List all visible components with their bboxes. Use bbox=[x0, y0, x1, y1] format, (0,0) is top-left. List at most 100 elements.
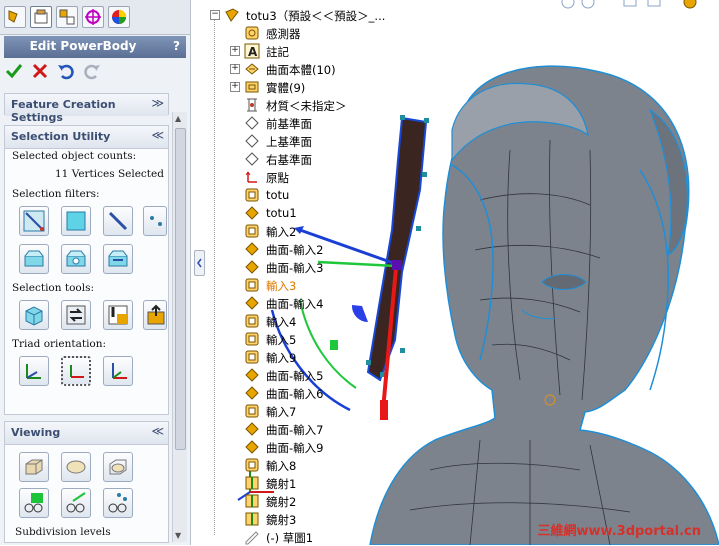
tree-item[interactable]: 輸入9 bbox=[230, 348, 400, 366]
tree-item[interactable]: 曲面-輸入9 bbox=[230, 438, 400, 456]
solid-bodies-icon bbox=[245, 81, 259, 93]
tree-item[interactable]: 輸入7 bbox=[230, 402, 400, 420]
cancel-button[interactable] bbox=[30, 62, 50, 82]
triad-normal-button[interactable] bbox=[103, 356, 133, 386]
expand-toggle-icon[interactable]: + bbox=[230, 64, 240, 74]
ok-button[interactable] bbox=[4, 62, 24, 82]
panel-scrollbar[interactable]: ▲ ▼ bbox=[172, 112, 187, 542]
view-icon[interactable] bbox=[623, 0, 637, 7]
redo-button[interactable] bbox=[82, 62, 102, 82]
scroll-up-icon[interactable]: ▲ bbox=[175, 114, 181, 123]
tree-item[interactable]: 輸入8 bbox=[230, 456, 400, 474]
import-icon bbox=[245, 404, 259, 418]
expand-toggle-icon[interactable]: + bbox=[230, 46, 240, 56]
filter-point-button[interactable] bbox=[143, 206, 167, 236]
tool-select-body-button[interactable] bbox=[19, 300, 49, 330]
scrollbar-thumb[interactable] bbox=[175, 128, 186, 450]
tab-dimxpert[interactable] bbox=[82, 6, 104, 28]
tree-item[interactable]: + 實體(9) bbox=[230, 78, 400, 96]
vertex-handle[interactable] bbox=[422, 172, 427, 177]
local-triad-icon bbox=[70, 365, 84, 378]
surface-bodies-icon bbox=[245, 63, 259, 75]
tree-item[interactable]: + 曲面本體(10) bbox=[230, 60, 400, 78]
tree-item[interactable]: 材質＜未指定＞ bbox=[230, 96, 400, 114]
selection-tools-label: Selection tools: bbox=[12, 282, 95, 294]
expand-chevron-icon[interactable]: ≫ bbox=[151, 96, 164, 110]
plane-icon bbox=[245, 116, 259, 130]
expand-toggle-icon[interactable]: + bbox=[230, 82, 240, 92]
view-box-mode-button[interactable] bbox=[19, 452, 49, 482]
tree-item[interactable]: 曲面-輸入6 bbox=[230, 384, 400, 402]
tree-item[interactable]: 鏡射3 bbox=[230, 510, 400, 528]
filter-vertex-button[interactable] bbox=[19, 206, 49, 236]
tab-configuration-manager[interactable] bbox=[56, 6, 78, 28]
tree-item[interactable]: 右基準面 bbox=[230, 150, 400, 168]
vertex-handle[interactable] bbox=[424, 118, 429, 123]
view-edges-button[interactable] bbox=[61, 488, 91, 518]
collapse-chevron-icon[interactable]: ≪ bbox=[151, 128, 164, 142]
tree-item[interactable]: 曲面-輸入7 bbox=[230, 420, 400, 438]
tree-item[interactable]: 曲面-輸入3 bbox=[230, 258, 400, 276]
invert-selection-icon bbox=[147, 304, 165, 325]
view-icon[interactable] bbox=[561, 0, 575, 9]
filter-face-button[interactable] bbox=[61, 206, 91, 236]
tab-property-manager[interactable] bbox=[30, 6, 52, 28]
tree-item[interactable]: 輸入2 bbox=[230, 222, 400, 240]
tree-item[interactable]: 感測器 bbox=[230, 24, 400, 42]
feature-creation-header[interactable]: Feature Creation Settings ≫ bbox=[5, 94, 168, 124]
tool-shrink-button[interactable] bbox=[103, 300, 133, 330]
panel-splitter[interactable] bbox=[191, 0, 209, 545]
annotation-icon: A bbox=[244, 43, 260, 59]
tree-item-label: 鏡射2 bbox=[266, 495, 297, 509]
tree-item[interactable]: 輸入5 bbox=[230, 330, 400, 348]
triad-local-button[interactable] bbox=[61, 356, 91, 386]
scroll-down-icon[interactable]: ▼ bbox=[175, 531, 181, 540]
tree-item[interactable]: 上基準面 bbox=[230, 132, 400, 150]
tree-item[interactable]: (-) 草圖1 bbox=[230, 528, 400, 546]
tree-item[interactable]: totu bbox=[230, 186, 400, 204]
tree-item-label: 曲面本體(10) bbox=[266, 63, 336, 77]
viewing-group: Viewing ≪ Subdivision levels bbox=[4, 421, 169, 543]
tree-item[interactable]: 輸入4 bbox=[230, 312, 400, 330]
view-faces-button[interactable] bbox=[19, 488, 49, 518]
filter-edge-button[interactable] bbox=[103, 206, 133, 236]
tab-display-manager[interactable] bbox=[108, 6, 130, 28]
view-icon[interactable] bbox=[683, 0, 697, 9]
splitter-grip[interactable] bbox=[194, 250, 205, 276]
tree-item[interactable]: 曲面-輸入5 bbox=[230, 366, 400, 384]
vertex-handle[interactable] bbox=[400, 348, 405, 353]
tree-root[interactable]: − totu3（預設＜＜預設＞_... bbox=[210, 6, 400, 24]
tree-item[interactable]: 曲面-輸入4 bbox=[230, 294, 400, 312]
undo-button[interactable] bbox=[56, 62, 76, 82]
view-both-mode-button[interactable] bbox=[103, 452, 133, 482]
tree-item[interactable]: 原點 bbox=[230, 168, 400, 186]
tree-item[interactable]: + A 註記 bbox=[230, 42, 400, 60]
selection-utility-header[interactable]: Selection Utility ≪ bbox=[5, 126, 168, 149]
triad-global-button[interactable] bbox=[19, 356, 49, 386]
collapse-toggle-icon[interactable]: − bbox=[210, 10, 220, 20]
filter-loop-button[interactable] bbox=[61, 244, 91, 274]
vertex-handle[interactable] bbox=[400, 115, 405, 120]
tree-item[interactable]: 鏡射2 bbox=[230, 492, 400, 510]
filter-ring-button[interactable] bbox=[103, 244, 133, 274]
view-vertices-button[interactable] bbox=[103, 488, 133, 518]
view-smooth-mode-button[interactable] bbox=[61, 452, 91, 482]
tab-feature-manager[interactable] bbox=[4, 6, 26, 28]
tree-item[interactable]: 鏡射1 bbox=[230, 474, 400, 492]
tool-invert-button[interactable] bbox=[143, 300, 167, 330]
filter-box-button[interactable] bbox=[19, 244, 49, 274]
tree-item[interactable]: totu1 bbox=[230, 204, 400, 222]
tool-grow-button[interactable] bbox=[61, 300, 91, 330]
tree-item[interactable]: 曲面-輸入2 bbox=[230, 240, 400, 258]
tree-item-label: 註記 bbox=[266, 45, 289, 59]
collapse-chevron-icon[interactable]: ≪ bbox=[151, 424, 164, 438]
tree-item[interactable]: 輸入3 bbox=[230, 276, 400, 294]
vertex-handle[interactable] bbox=[416, 226, 421, 231]
help-button[interactable]: ? bbox=[173, 39, 180, 53]
view-icon[interactable] bbox=[647, 0, 661, 7]
viewing-header[interactable]: Viewing ≪ bbox=[5, 422, 168, 445]
view-icon[interactable] bbox=[581, 0, 595, 9]
surface-icon bbox=[245, 386, 259, 400]
watermark: 三維網www.3dportal.cn bbox=[537, 524, 701, 539]
tree-item[interactable]: 前基準面 bbox=[230, 114, 400, 132]
